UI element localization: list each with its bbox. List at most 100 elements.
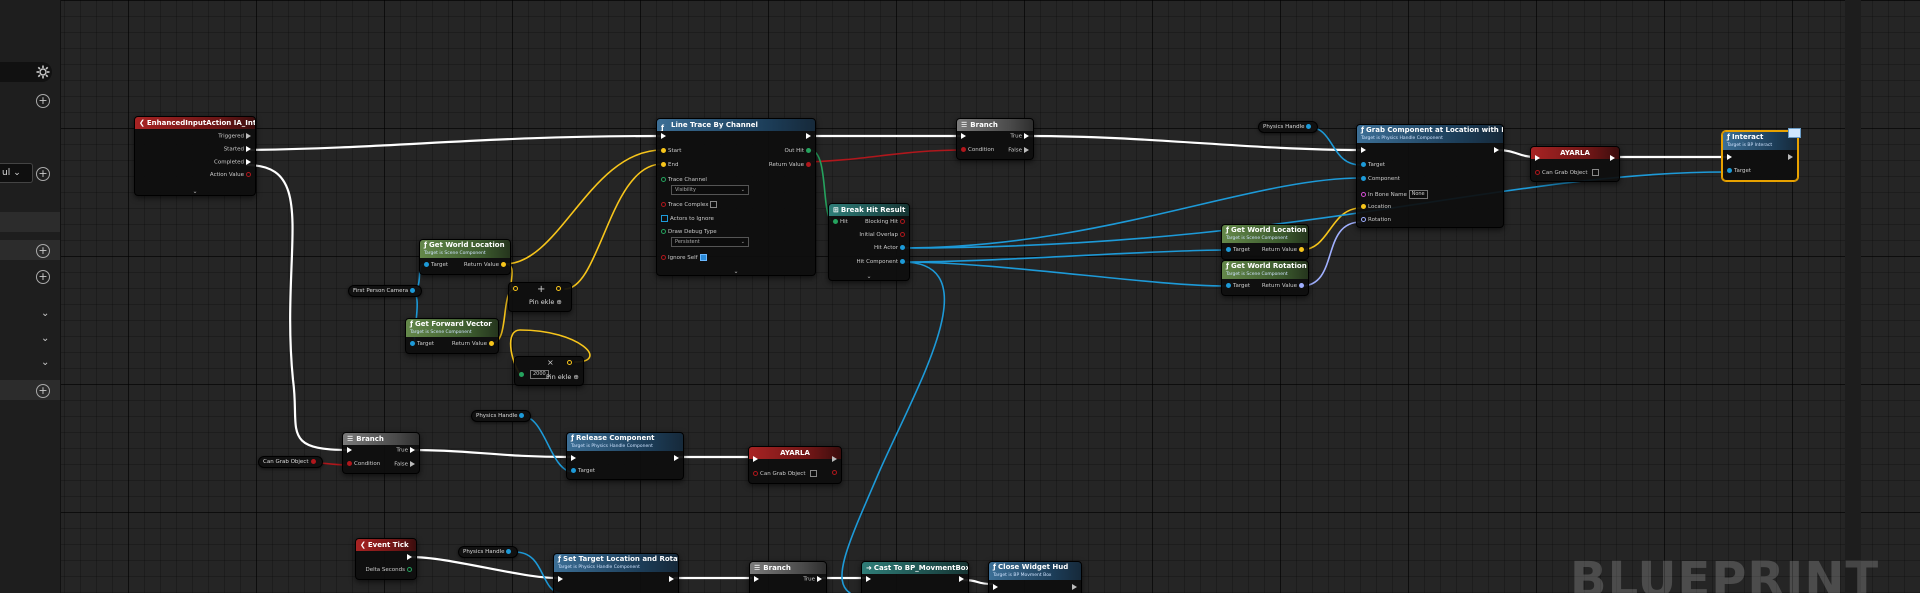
pin-exec-in[interactable] [864,576,873,584]
node-event-tick[interactable]: ❮ Event Tick Delta Seconds [355,538,417,580]
pin-rotation[interactable]: Rotation [1359,217,1391,224]
pin-component[interactable]: Component [1359,176,1400,183]
gear-icon[interactable] [36,64,50,79]
bone-name-input[interactable]: None [1408,190,1428,199]
chevron-down-icon[interactable]: ⌄ [41,357,49,368]
add-pin-button[interactable]: Pin ekle ⊕ [529,298,562,306]
pin-exec-in[interactable] [1359,147,1368,155]
node-line-trace-by-channel[interactable]: ƒ Line Trace By Channel Start Out Hit End… [656,118,816,276]
pin-target[interactable]: Target [569,468,595,475]
chevron-down-icon[interactable]: ⌄ [657,268,815,275]
chevron-down-icon[interactable]: ⌄ [829,273,909,280]
pin-false[interactable]: False [1008,147,1031,155]
pin-blocking-hit[interactable]: Blocking Hit [865,219,907,226]
node-close-widget-hud[interactable]: ƒ Close Widget Hud Target is BP Movment Bo… [988,561,1082,593]
pin-exec-out[interactable] [804,133,813,141]
plus-icon[interactable]: + [36,384,50,398]
pin-exec-in[interactable] [659,133,668,141]
plus-icon[interactable]: + [36,244,50,258]
pin-exec-in[interactable] [1725,154,1734,162]
node-branch[interactable]: ☰ Branch True Condition False [342,432,420,474]
pin-exec-out[interactable] [830,456,839,464]
pin-hit-actor[interactable]: Hit Actor [874,245,907,252]
blueprint-graph-canvas[interactable]: + ul ⌄ + + + ⌄ ⌄ ⌄ + ❮ EnhancedInputAction… [0,0,1920,593]
pin-started[interactable]: Started [224,146,253,154]
type-combo[interactable]: ul ⌄ [0,163,33,183]
node-branch[interactable]: ☰ Branch True Condition False [956,118,1034,160]
node-enhanced-input-action[interactable]: ❮EnhancedInputAction IA_Interact Trigger… [134,116,256,196]
node-multiply-vector[interactable]: × 2000 Pin ekle ⊕ [514,356,584,386]
pin-exec-out[interactable] [1786,154,1795,162]
chevron-down-icon[interactable]: ⌄ [41,308,49,319]
node-grab-component-at-location[interactable]: ƒGrab Component at Location with Rotatio… [1356,124,1504,228]
node-add-vector[interactable]: + Pin ekle ⊕ [508,282,572,312]
pin-trace-complex[interactable]: Trace Complex [659,201,719,209]
pin-output[interactable] [830,470,839,477]
pin-true[interactable]: True [396,447,417,455]
pin-start[interactable]: Start [659,148,681,155]
pin-target[interactable]: Target [408,341,434,348]
pin-return-value[interactable]: Return Value [1262,247,1306,254]
pin-exec-in[interactable] [345,447,354,455]
pin-exec-out[interactable] [405,554,414,562]
pin-exec-out[interactable] [1608,155,1617,163]
pin-exec-in[interactable] [569,455,578,463]
node-get-world-rotation[interactable]: ƒ Get World Rotation Target is Scene Compo… [1221,260,1309,296]
node-release-component[interactable]: ƒ Release Component Target is Physics Hand… [566,432,684,480]
node-set-variable[interactable]: AYARLA Can Grab Object [1530,146,1620,182]
variable-first-person-camera[interactable]: First Person Camera [348,285,423,297]
node-cast-to-bp-movmentbox[interactable]: ➜ Cast To BP_MovmentBox [861,561,969,593]
pin-draw-debug-type[interactable]: Draw Debug Type [659,229,717,236]
pin-true[interactable]: True [1010,133,1031,141]
node-get-forward-vector[interactable]: ƒ Get Forward Vector Target is Scene Compo… [405,318,499,354]
pin-return-value[interactable]: Return Value [452,341,496,348]
variable-physics-handle[interactable]: Physics Handle [458,546,519,558]
pin-exec-in[interactable] [556,576,565,584]
pin-true[interactable]: True [803,576,824,584]
pin-action-value[interactable]: Action Value [210,172,253,179]
pin-return-value[interactable]: Return Value [1262,283,1306,290]
pin-end[interactable]: End [659,162,678,169]
pin-condition[interactable]: Condition [345,461,380,468]
pin-target[interactable]: Target [422,262,448,269]
pin-can-grab-object[interactable]: Can Grab Object [751,470,819,478]
pin-exec-in[interactable] [991,584,1000,592]
variable-can-grab-object[interactable]: Can Grab Object [258,456,323,468]
add-pin-button[interactable]: Pin ekle ⊕ [546,373,579,381]
plus-icon[interactable]: + [36,94,50,108]
pin-trace-channel[interactable]: Trace Channel [659,177,707,184]
node-set-variable[interactable]: AYARLA Can Grab Object [748,446,842,484]
pin-return-value[interactable]: Return Value [464,262,508,269]
draw-debug-select[interactable]: Persistent ⌄ [671,237,749,247]
pin-ignore-self[interactable]: Ignore Self [659,254,709,262]
node-get-world-location[interactable]: ƒ Get World Location Target is Scene Compo… [1221,224,1309,260]
pin-location[interactable]: Location [1359,204,1391,211]
pin-can-grab-object[interactable]: Can Grab Object [1533,169,1601,177]
pin-false[interactable]: False [394,461,417,469]
pin-out-hit[interactable]: Out Hit [784,148,813,155]
plus-icon[interactable]: + [36,167,50,181]
pin-b[interactable] [554,286,563,293]
pin-exec-in[interactable] [752,576,761,584]
pin-delta-seconds[interactable]: Delta Seconds [365,567,414,574]
pin-exec-in[interactable] [1533,155,1542,163]
trace-channel-select[interactable]: Visibility ⌄ [671,185,749,195]
pin-exec-out[interactable] [672,455,681,463]
chevron-down-icon[interactable]: ⌄ [41,333,49,344]
chevron-down-icon[interactable]: ⌄ [135,188,255,195]
pin-target[interactable]: Target [1359,162,1385,169]
pin-hit-component[interactable]: Hit Component [857,259,908,266]
node-set-target-location-and-rotation[interactable]: ƒSet Target Location and RotationTarget … [553,553,679,593]
pin-initial-overlap[interactable]: Initial Overlap [859,232,907,239]
pin-exec-out[interactable] [667,576,676,584]
panel-row[interactable] [0,212,60,232]
node-interact[interactable]: ƒ Interact Target is BP Interact Target [1722,128,1801,181]
right-scrollbar[interactable] [1845,0,1861,593]
pin-exec-in[interactable] [959,133,968,141]
pin-triggered[interactable]: Triggered [218,133,253,141]
pin-completed[interactable]: Completed [214,159,253,167]
panel-row[interactable] [0,240,60,260]
pin-exec-out[interactable] [1492,147,1501,155]
node-break-hit-result[interactable]: ⊞ Break Hit Result Hit Blocking Hit Initi… [828,203,910,281]
panel-row[interactable] [0,380,60,400]
